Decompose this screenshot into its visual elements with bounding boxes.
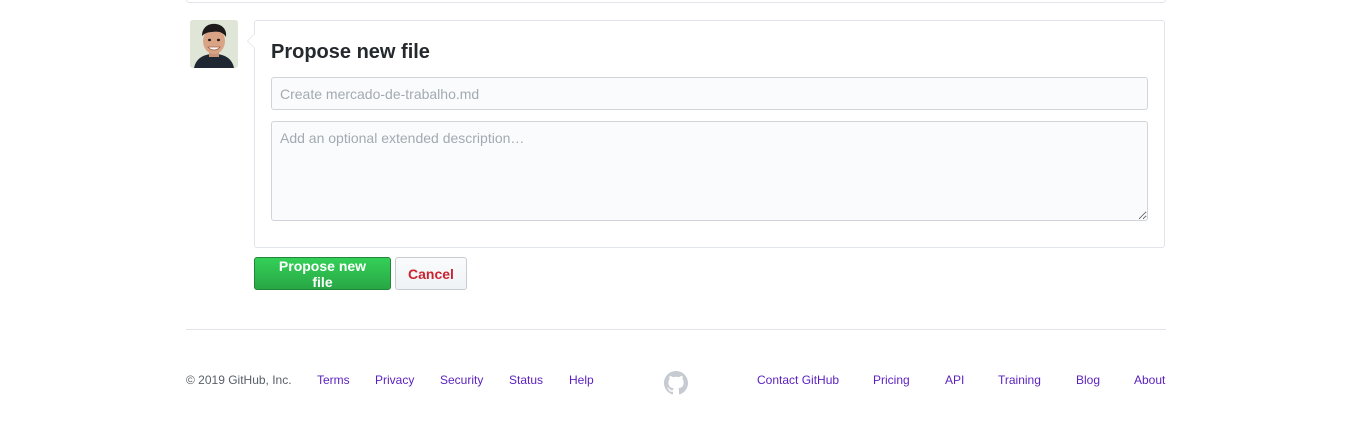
github-mark-icon[interactable]	[664, 371, 688, 395]
footer-copyright: © 2019 GitHub, Inc.	[186, 373, 292, 387]
footer-divider	[186, 329, 1166, 330]
footer-link-about[interactable]: About	[1134, 373, 1165, 387]
footer-link-terms[interactable]: Terms	[317, 373, 350, 387]
propose-new-file-button[interactable]: Propose new file	[254, 257, 391, 290]
footer-link-privacy[interactable]: Privacy	[375, 373, 414, 387]
footer-link-help[interactable]: Help	[569, 373, 594, 387]
footer-link-api[interactable]: API	[945, 373, 964, 387]
previous-panel-edge	[186, 0, 1166, 3]
user-avatar[interactable]	[190, 20, 238, 68]
footer-link-security[interactable]: Security	[440, 373, 483, 387]
footer-link-status[interactable]: Status	[509, 373, 543, 387]
form-title: Propose new file	[271, 41, 430, 63]
footer-link-blog[interactable]: Blog	[1076, 373, 1100, 387]
footer-link-contact-github[interactable]: Contact GitHub	[757, 373, 839, 387]
footer-link-training[interactable]: Training	[998, 373, 1041, 387]
commit-form-panel: Propose new file	[247, 20, 1165, 248]
commit-summary-input[interactable]	[271, 77, 1148, 110]
commit-description-textarea[interactable]	[271, 121, 1148, 221]
cancel-button[interactable]: Cancel	[395, 257, 467, 290]
avatar-image	[190, 20, 238, 68]
footer-link-pricing[interactable]: Pricing	[873, 373, 910, 387]
